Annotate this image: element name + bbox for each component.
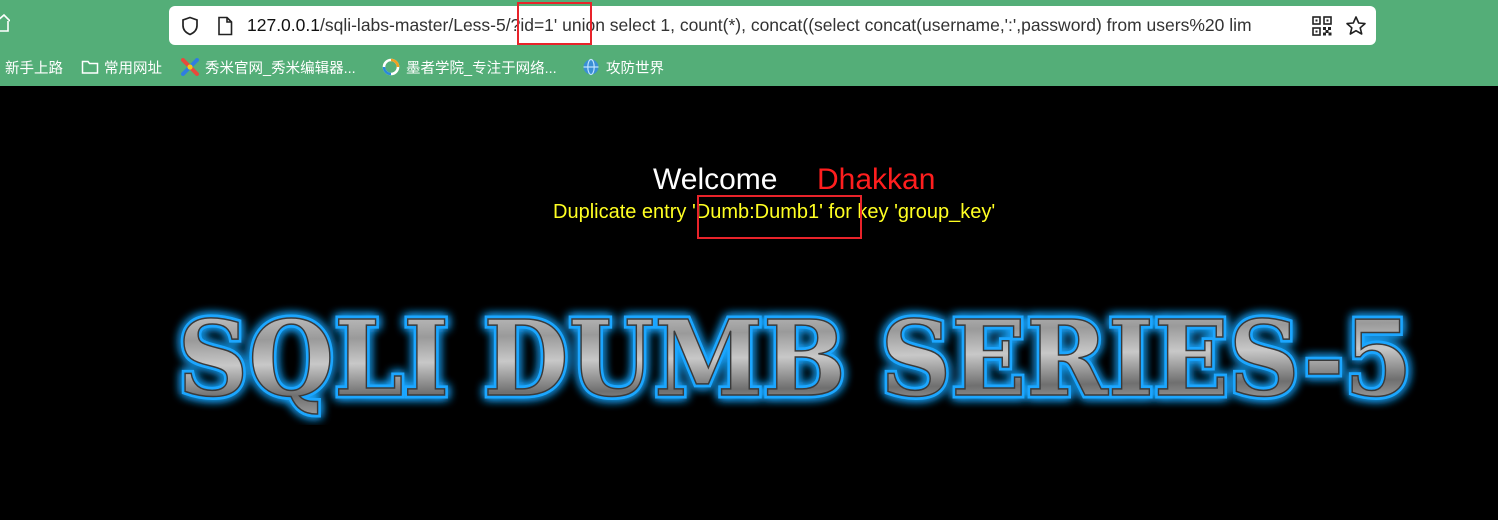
shield-icon[interactable] [180,16,200,36]
user-name: Dhakkan [817,163,936,196]
bookmark-label: 新手上路 [5,60,63,77]
title-banner: SQLI DUMB SERIES-5 SQLI DUMB SERIES-5 [174,295,1416,424]
bookmark-label: 常用网址 [104,60,162,77]
qr-code-icon[interactable] [1312,16,1332,36]
bookmark-item[interactable]: 墨者学院_专注于网络... [381,55,557,79]
folder-icon [81,60,99,74]
browser-toolbar: 127.0.0.1/sqli-labs-master/Less-5/?id=1'… [0,0,1498,86]
xiumi-icon [181,58,199,76]
url-highlight-box [517,2,592,45]
url-path: /sqli-labs-master/Less-5/?id=1' union se… [319,15,1252,35]
error-highlight-box [697,195,862,239]
bookmark-item[interactable]: 新手上路 [5,55,63,79]
adworld-icon [583,58,599,76]
address-bar[interactable]: 127.0.0.1/sqli-labs-master/Less-5/?id=1'… [169,6,1376,45]
banner-text: SQLI DUMB SERIES-5 [178,297,1413,420]
bookmark-item[interactable]: 秀米官网_秀米编辑器... [180,55,356,79]
welcome-text: Welcome [653,163,778,196]
bookmarks-bar: 新手上路 常用网址 秀米官网_秀米编辑器... 墨者学院_专注于网络... 攻防… [0,55,1498,79]
home-icon[interactable] [0,13,10,33]
bookmark-label: 秀米官网_秀米编辑器... [205,60,356,77]
page-icon[interactable] [216,16,234,36]
bookmark-star-icon[interactable] [1345,15,1367,37]
bookmark-item[interactable]: 攻防世界 [581,55,664,79]
url-fade [1262,6,1302,45]
url-host: 127.0.0.1 [247,15,320,35]
url-input[interactable]: 127.0.0.1/sqli-labs-master/Less-5/?id=1'… [247,6,1302,45]
mozhe-icon [382,58,400,76]
bookmark-label: 墨者学院_专注于网络... [406,60,557,77]
bookmark-label: 攻防世界 [606,60,664,77]
bookmark-item[interactable]: 常用网址 [81,55,162,79]
